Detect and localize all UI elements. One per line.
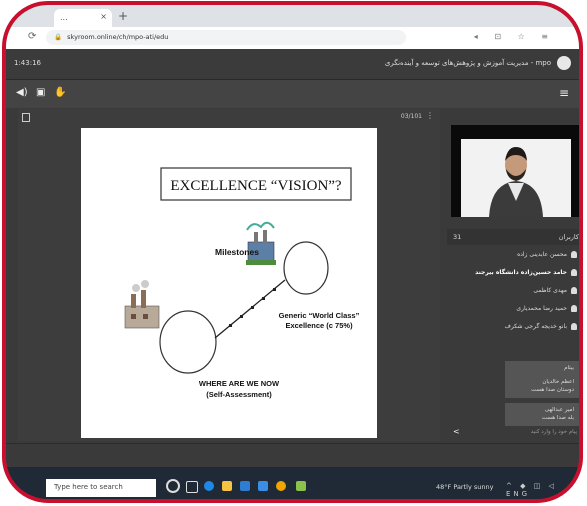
users-panel: 31 کاربران محسن عابدینی زاده حامد حسین‌ز… [447,229,579,347]
milestone-marker [262,297,265,300]
app-toolbar: ◀) ▣ ✋ ≡ [6,80,579,108]
factory-icon [124,280,160,329]
more-options-icon[interactable]: ⋮ [426,111,434,120]
file-explorer-icon[interactable] [222,481,232,491]
screen-share-icon[interactable]: ▣ [36,87,45,98]
list-item[interactable]: مهدی کاظمی [533,287,577,294]
store-icon[interactable] [240,481,250,491]
new-tab-button[interactable]: + [118,9,128,23]
list-item[interactable]: محسن عابدینی زاده [517,251,577,258]
lock-icon: 🔒 [54,33,63,41]
users-title: کاربران [558,233,579,241]
milestone-marker [240,315,243,318]
chat-author: اعظم خالدیان [542,379,574,385]
generic-label-2: Excellence (c 75%) [285,321,353,330]
slide: EXCELLENCE “VISION”? Milestones Generic … [81,128,377,438]
chat-message: بیتام [505,361,579,376]
address-row: ⟳ 🔒 skyroom.online/ch/mpo-ati/edu ◂ ⊡ ☆ … [6,27,579,50]
edge-icon[interactable] [204,481,214,491]
user-name: مهدی کاظمی [533,287,567,294]
self-label: (Self-Assessment) [206,390,272,399]
extension-icons[interactable]: ◂ ⊡ ☆ ≡ [474,32,555,41]
chat-author: امیر عبدالهی [544,407,574,413]
video-header [447,109,579,123]
list-item[interactable]: بانو خدیجه گرجی شکرف [505,323,577,330]
chat-message: امیر عبدالهی بله صدا هست [505,403,579,426]
milestone-marker [273,288,276,291]
app-bottom-bar [6,443,579,468]
presentation-pane: 03/101 ⋮ EXCELLENCE “VISION”? Milestones… [18,109,440,441]
modern-factory-icon [246,221,276,265]
user-name: حامد حسین‌زاده دانشگاه بیرجند [475,269,567,276]
browser-tab[interactable]: ... × [54,9,112,27]
screen-frame: ... × + ⟳ 🔒 skyroom.online/ch/mpo-ati/ed… [2,1,583,503]
raise-hand-icon[interactable]: ✋ [54,87,66,98]
chat-text: بله صدا هست [541,415,574,422]
system-tray[interactable]: ^ ◆ ◫ ◁ ENG [506,482,579,498]
chat-input[interactable]: < پیام خود را وارد کنید [451,425,579,439]
speaker-icon[interactable]: ◀) [16,87,28,98]
slide-title: EXCELLENCE “VISION”? [170,178,342,194]
address-bar[interactable]: 🔒 skyroom.online/ch/mpo-ati/edu [46,30,406,45]
user-icon [571,305,577,312]
url-text: skyroom.online/ch/mpo-ati/edu [67,33,169,41]
milestone-marker [251,306,254,309]
chat-author: بیتام [564,365,574,371]
mail-icon[interactable] [258,481,268,491]
user-name: حمید رضا محمدیاری [516,305,567,312]
presentation-header: 03/101 ⋮ [18,109,440,125]
milestones-label: Milestones [215,247,259,257]
user-name: بانو خدیجه گرجی شکرف [504,323,567,330]
session-timer: 1:43:16 [14,59,41,67]
users-header: 31 کاربران [447,229,579,245]
document-icon[interactable] [22,113,30,122]
cortana-icon[interactable] [166,479,180,493]
list-item[interactable]: حامد حسین‌زاده دانشگاه بیرجند [475,269,577,276]
user-name: محسن عابدینی زاده [517,251,567,258]
task-view-icon[interactable] [186,481,198,493]
user-icon [571,287,577,294]
user-icon [571,269,577,276]
video-panel [447,109,579,221]
search-placeholder: Type here to search [54,483,123,491]
chat-input-placeholder: پیام خود را وارد کنید [530,429,577,435]
reload-icon[interactable]: ⟳ [28,31,36,42]
generic-label: Generic “World Class” [279,311,360,320]
browser-tab-bar: ... × + [6,5,579,27]
taskbar-search[interactable]: Type here to search [46,479,156,497]
tab-label: ... [60,13,68,22]
chrome-icon[interactable] [276,481,286,491]
current-circle [159,310,217,374]
user-icon [571,323,577,330]
list-item[interactable]: حمید رضا محمدیاری [516,305,577,312]
slide-graphic: EXCELLENCE “VISION”? Milestones Generic … [124,167,360,399]
app-header: 1:43:16 mpo - مدیریت آموزش و پژوهش‌های ت… [6,49,579,80]
send-icon[interactable]: < [453,427,460,436]
chat-panel: بیتام اعظم خالدیان دوستان صدا هست امیر عب… [447,355,579,441]
video-feed[interactable] [451,125,579,217]
where-label: WHERE ARE WE NOW [199,379,280,388]
chat-text: دوستان صدا هست [531,387,574,394]
user-icon [571,251,577,258]
app-icon[interactable] [296,481,306,491]
target-circle [283,241,329,295]
speaker-video [451,125,579,217]
avatar[interactable] [557,56,571,70]
page-indicator: 03/101 [400,113,422,120]
menu-icon[interactable]: ≡ [559,86,569,100]
windows-taskbar: Type here to search 48°F Partly sunny ^ … [6,467,579,499]
chat-message: اعظم خالدیان دوستان صدا هست [505,375,579,398]
milestone-marker [229,324,232,327]
users-count: 31 [453,233,462,241]
room-title: mpo - مدیریت آموزش و پژوهش‌های توسعه و آ… [384,59,551,67]
tab-close-icon[interactable]: × [100,12,107,21]
weather-widget[interactable]: 48°F Partly sunny [436,483,493,491]
